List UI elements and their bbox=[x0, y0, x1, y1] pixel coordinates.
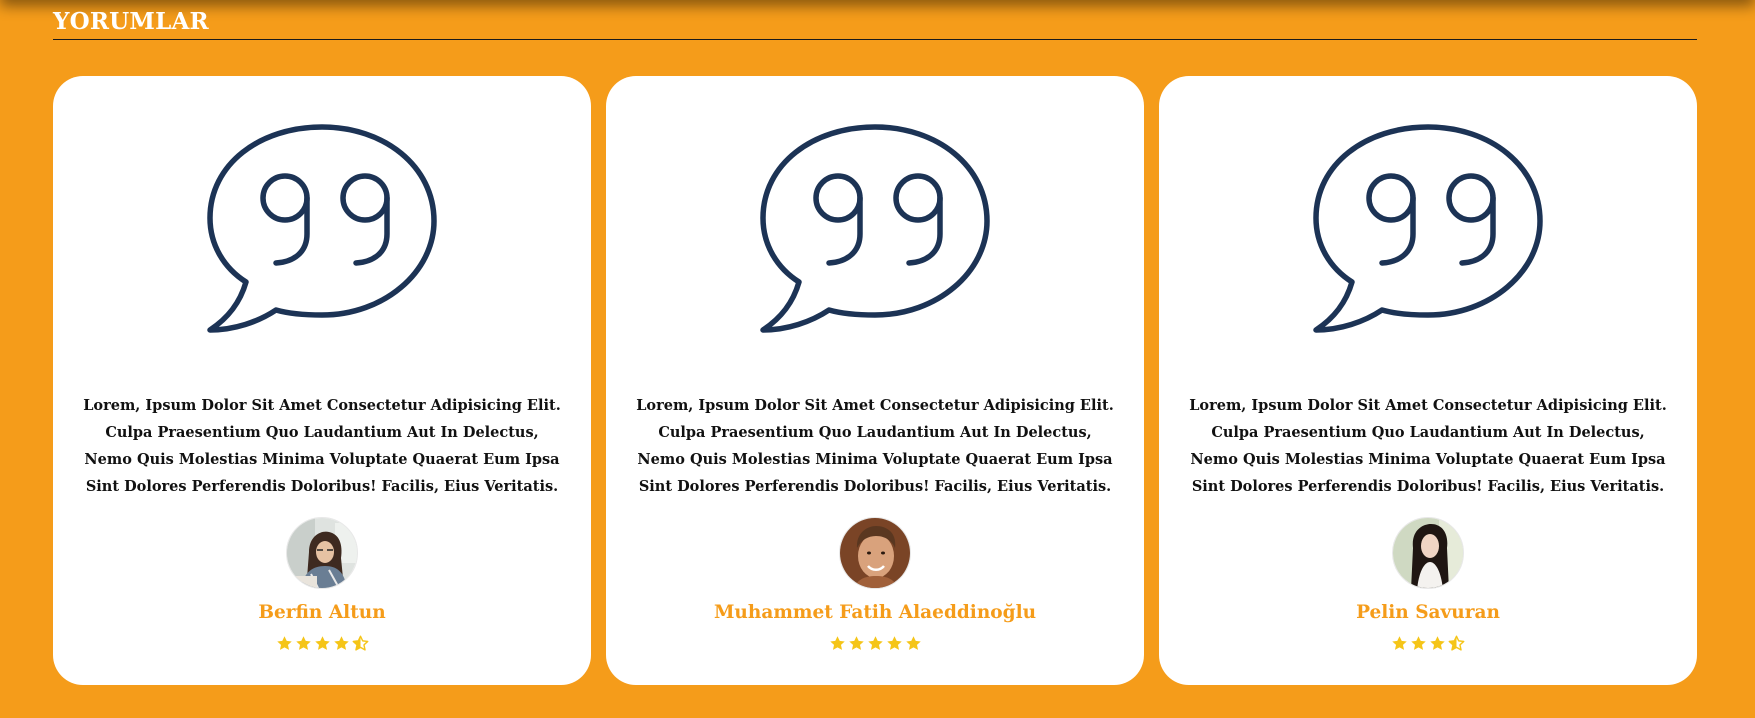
star-rating bbox=[53, 635, 591, 652]
woman-with-glasses-avatar bbox=[286, 517, 358, 589]
testimonial-card: Lorem, Ipsum Dolor Sit Amet Consectetur … bbox=[53, 76, 591, 685]
star-icon bbox=[867, 636, 883, 650]
star-icon bbox=[333, 636, 349, 650]
review-text: Lorem, Ipsum Dolor Sit Amet Consectetur … bbox=[83, 397, 561, 495]
section-header: YORUMLAR bbox=[53, 8, 1697, 40]
review-text: Lorem, Ipsum Dolor Sit Amet Consectetur … bbox=[636, 397, 1114, 495]
half-star-icon bbox=[352, 635, 368, 651]
smiling-man-avatar bbox=[839, 517, 911, 589]
testimonial-card: Lorem, Ipsum Dolor Sit Amet Consectetur … bbox=[1159, 76, 1697, 685]
star-icon bbox=[905, 636, 921, 650]
reviewer-name: Muhammet Fatih Alaeddinoğlu bbox=[713, 602, 1037, 623]
woman-long-hair-avatar bbox=[1392, 517, 1464, 589]
half-star-icon bbox=[1448, 635, 1465, 651]
section-title: YORUMLAR bbox=[53, 8, 209, 35]
star-icon bbox=[886, 636, 902, 650]
star-rating bbox=[1159, 635, 1697, 652]
testimonial-cards: Lorem, Ipsum Dolor Sit Amet Consectetur … bbox=[53, 76, 1697, 685]
quote-bubble-icon bbox=[760, 124, 990, 333]
testimonial-card: Lorem, Ipsum Dolor Sit Amet Consectetur … bbox=[606, 76, 1144, 685]
star-icon bbox=[1392, 636, 1407, 650]
star-rating bbox=[606, 635, 1144, 652]
quote-bubble-icon bbox=[207, 124, 437, 333]
reviewer-name: Pelin Savuran bbox=[1356, 602, 1500, 623]
review-text: Lorem, Ipsum Dolor Sit Amet Consectetur … bbox=[1189, 397, 1667, 495]
star-icon bbox=[295, 636, 311, 650]
quote-bubble-icon bbox=[1313, 124, 1543, 333]
star-icon bbox=[314, 636, 330, 650]
star-icon bbox=[276, 636, 292, 650]
testimonials-page: YORUMLAR Lorem, Ipsum Dolor Sit Amet Con… bbox=[0, 0, 1755, 718]
reviewer-name: Berfin Altun bbox=[258, 602, 386, 623]
star-icon bbox=[848, 636, 864, 650]
star-icon bbox=[1430, 636, 1445, 650]
star-icon bbox=[829, 636, 845, 650]
star-icon bbox=[1411, 636, 1426, 650]
